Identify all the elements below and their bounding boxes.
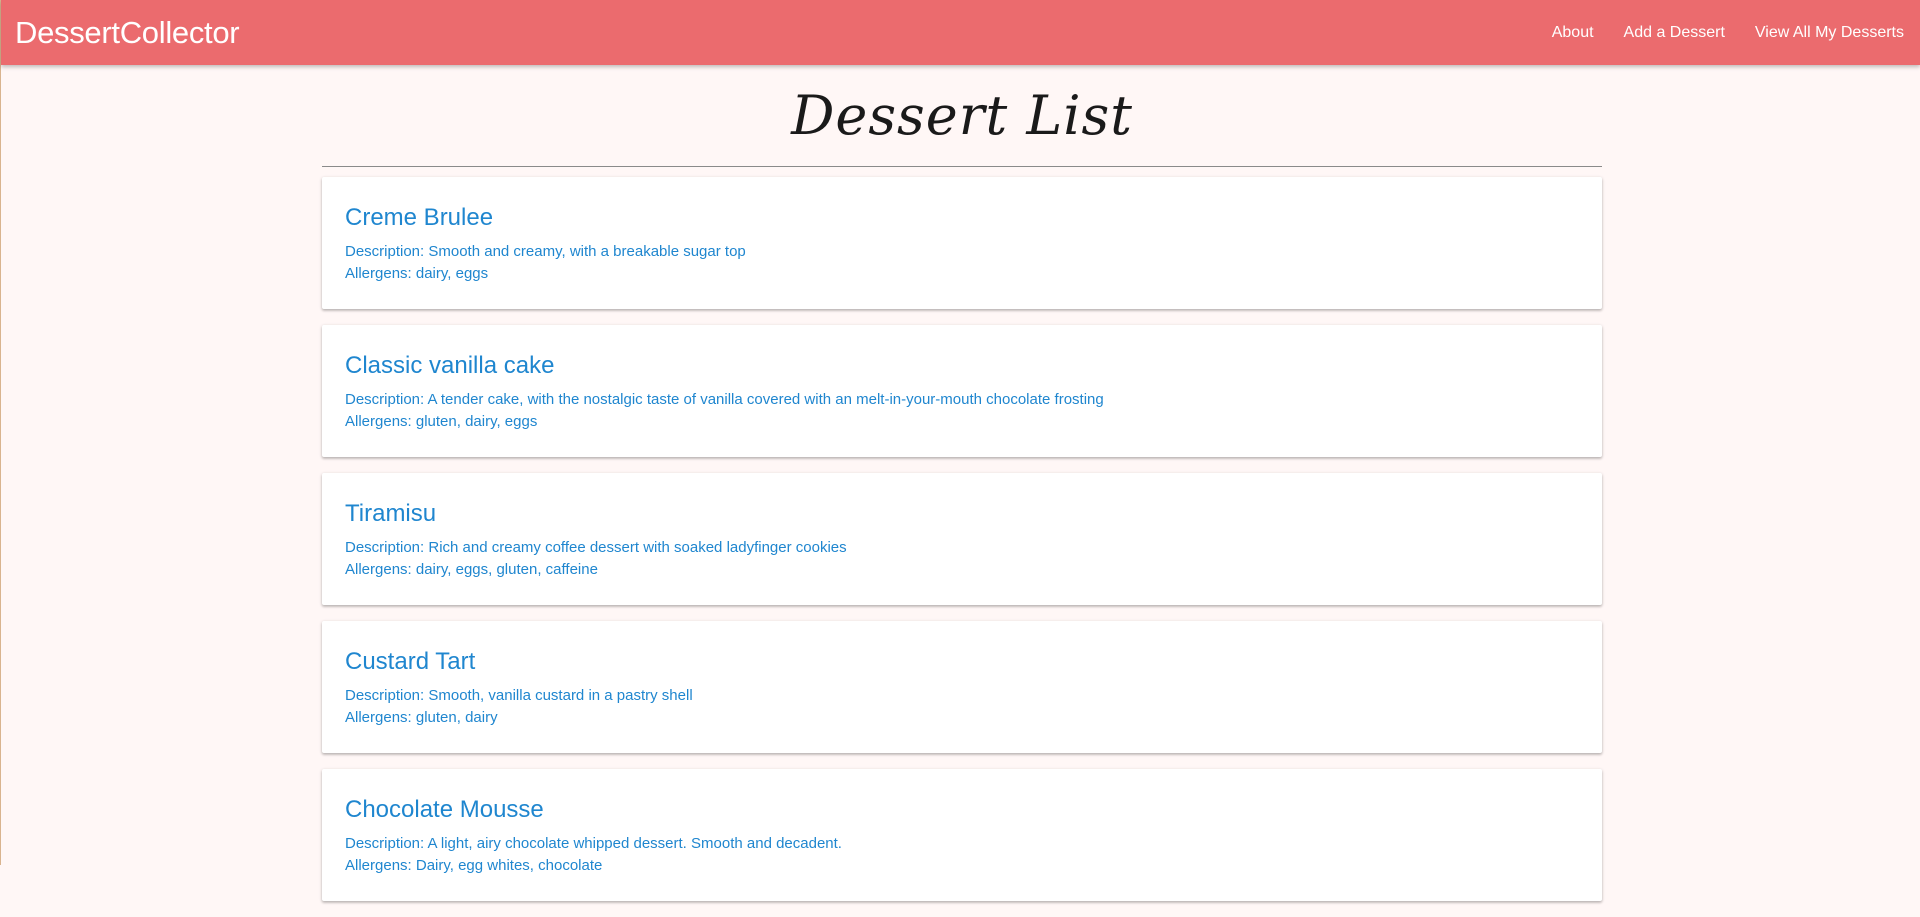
- dessert-description: Description: Rich and creamy coffee dess…: [345, 539, 847, 556]
- nav-links: About Add a Dessert View All My Desserts: [1552, 24, 1904, 42]
- dessert-allergens: Allergens: dairy, eggs: [345, 265, 489, 282]
- dessert-name: Creme Brulee: [345, 204, 494, 231]
- dessert-name: Custard Tart: [345, 648, 476, 675]
- dessert-description: Description: A tender cake, with the nos…: [345, 391, 1104, 408]
- dessert-name: Classic vanilla cake: [345, 352, 555, 379]
- dessert-name: Chocolate Mousse: [345, 796, 544, 823]
- nav-link-view-all-desserts[interactable]: View All My Desserts: [1755, 24, 1904, 42]
- dessert-description: Description: A light, airy chocolate whi…: [345, 835, 842, 852]
- dessert-list: Creme Brulee Description: Smooth and cre…: [322, 177, 1602, 901]
- dessert-allergens: Allergens: dairy, eggs, gluten, caffeine: [345, 561, 598, 578]
- page-title: Dessert List: [791, 84, 1133, 147]
- dessert-allergens: Allergens: gluten, dairy, eggs: [345, 413, 538, 430]
- dessert-description: Description: Smooth and creamy, with a b…: [345, 243, 746, 260]
- dessert-allergens: Allergens: Dairy, egg whites, chocolate: [345, 857, 603, 874]
- main-content: Dessert List Creme Brulee Description: S…: [322, 65, 1602, 917]
- dessert-allergens: Allergens: gluten, dairy: [345, 709, 498, 726]
- dessert-card[interactable]: Chocolate Mousse Description: A light, a…: [322, 769, 1602, 901]
- dessert-card[interactable]: Tiramisu Description: Rich and creamy co…: [322, 473, 1602, 605]
- nav-link-add-dessert[interactable]: Add a Dessert: [1624, 24, 1725, 42]
- title-divider: [322, 166, 1602, 167]
- dessert-name: Tiramisu: [345, 500, 437, 527]
- dessert-card[interactable]: Custard Tart Description: Smooth, vanill…: [322, 621, 1602, 753]
- dessert-card[interactable]: Creme Brulee Description: Smooth and cre…: [322, 177, 1602, 309]
- dessert-card[interactable]: Classic vanilla cake Description: A tend…: [322, 325, 1602, 457]
- dessert-description: Description: Smooth, vanilla custard in …: [345, 687, 693, 704]
- nav-link-about[interactable]: About: [1552, 24, 1594, 42]
- brand-link[interactable]: DessertCollector: [15, 15, 240, 51]
- top-navbar: DessertCollector About Add a Dessert Vie…: [1, 0, 1920, 65]
